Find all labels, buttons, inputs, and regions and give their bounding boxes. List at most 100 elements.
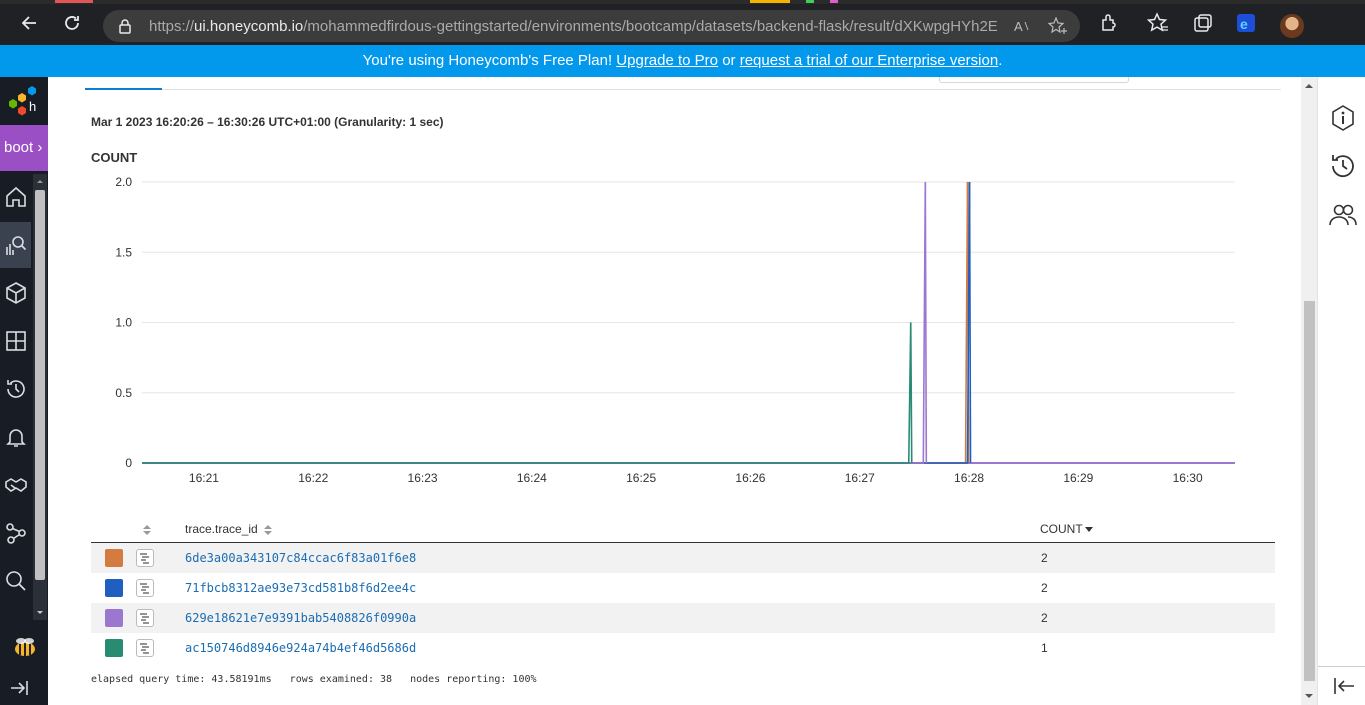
main-scrollbar[interactable]	[1301, 77, 1317, 705]
series-spike	[924, 181, 928, 464]
environment-switcher[interactable]: boot ›	[0, 125, 48, 171]
x-tick-label: 16:25	[626, 471, 656, 485]
y-tick-label: 1.5	[115, 245, 132, 259]
table-row[interactable]: 629e18621e7e9391bab5408826f0990a 2	[91, 603, 1275, 633]
trace-waterfall-icon[interactable]	[136, 549, 154, 567]
table-body: 6de3a00a343107c84ccac6f83a01f6e8 2 71fbcb8…	[91, 543, 1275, 663]
trace-id-link[interactable]: ac150746d8946e924a74b4ef46d5686d	[185, 641, 416, 655]
honeycomb-logo-icon[interactable]: h	[0, 77, 48, 125]
series-color-swatch[interactable]	[105, 549, 123, 567]
scroll-up-icon[interactable]	[1301, 80, 1317, 92]
query-icon[interactable]	[4, 233, 28, 257]
tab-fragment[interactable]	[55, 0, 93, 3]
tab-fragment[interactable]	[806, 0, 814, 3]
filter-input[interactable]	[939, 77, 1129, 83]
x-axis: 16:21 16:22 16:23 16:24 16:25 16:26 16:27 16:28…	[189, 471, 1203, 485]
history-icon[interactable]	[1328, 151, 1358, 181]
trial-link[interactable]: request a trial of our Enterprise versio…	[740, 52, 998, 69]
series-color-swatch[interactable]	[105, 639, 123, 657]
triggers-icon[interactable]	[4, 425, 28, 449]
x-tick-label: 16:28	[954, 471, 984, 485]
x-tick-label: 16:27	[845, 471, 875, 485]
x-tick-label: 16:23	[408, 471, 438, 485]
nav-scroll-thumb[interactable]	[35, 190, 45, 580]
left-nav: h boot ›	[0, 77, 48, 705]
trace-waterfall-icon[interactable]	[136, 609, 154, 627]
table-row[interactable]: 6de3a00a343107c84ccac6f83a01f6e8 2	[91, 543, 1275, 573]
table-row[interactable]: ac150746d8946e924a74b4ef46d5686d 1	[91, 633, 1275, 663]
count-value: 2	[1041, 611, 1048, 625]
lock-icon[interactable]	[118, 18, 132, 34]
y-tick-label: 0	[125, 456, 132, 470]
svg-text:A: A	[1014, 19, 1023, 34]
scroll-down-icon[interactable]	[33, 608, 47, 618]
reload-icon[interactable]	[61, 12, 83, 34]
info-icon[interactable]	[1328, 103, 1358, 133]
back-icon[interactable]	[18, 12, 40, 34]
banner-text-middle: or	[718, 52, 740, 69]
history-icon[interactable]	[4, 377, 28, 401]
x-tick-label: 16:21	[189, 471, 219, 485]
bee-icon[interactable]	[12, 635, 38, 661]
count-column-header[interactable]: COUNT	[1040, 522, 1083, 536]
x-tick-label: 16:29	[1063, 471, 1093, 485]
time-range-label: Mar 1 2023 16:20:26 – 16:30:26 UTC+01:00…	[91, 115, 444, 129]
svg-text:h: h	[29, 99, 36, 114]
profile-avatar[interactable]	[1280, 14, 1304, 38]
count-value: 2	[1041, 581, 1048, 595]
active-tab-underline[interactable]	[85, 88, 162, 90]
y-tick-label: 1.0	[115, 316, 132, 330]
collapse-icon[interactable]	[1328, 671, 1358, 701]
count-chart[interactable]: 2.01.51.00.50 16:21 16:22 16:23 16:24 16:25 1…	[48, 162, 1301, 492]
trace-id-column-header[interactable]: trace.trace_id	[185, 522, 258, 536]
banner-text-end: .	[998, 52, 1003, 69]
query-stats: elapsed query time: 43.58191ms rows exam…	[91, 674, 537, 685]
read-aloud-icon[interactable]: A	[1013, 17, 1031, 35]
extensions-icon[interactable]	[1098, 12, 1120, 34]
series-spike	[909, 322, 913, 464]
banner-text: You're using Honeycomb's Free Plan!	[362, 52, 617, 69]
trace-waterfall-icon[interactable]	[136, 579, 154, 597]
expand-nav-icon[interactable]	[8, 677, 30, 699]
favorite-add-icon[interactable]	[1048, 17, 1068, 35]
home-icon[interactable]	[4, 185, 28, 209]
browser-toolbar: https://ui.honeycomb.io/mohammedfirdous-…	[0, 0, 1365, 45]
handshake-icon[interactable]	[4, 473, 28, 497]
favorites-icon[interactable]	[1147, 12, 1169, 34]
trace-waterfall-icon[interactable]	[136, 639, 154, 657]
search-icon[interactable]	[4, 569, 28, 593]
scroll-down-icon[interactable]	[1301, 690, 1317, 702]
y-axis: 2.0 1.5 1.0 0.5 0	[115, 175, 132, 470]
y-tick-label: 2.0	[115, 175, 132, 189]
sort-icon[interactable]	[262, 523, 274, 537]
trace-id-link[interactable]: 71fbcb8312ae93e73cd581b8f6d2ee4c	[185, 581, 416, 595]
results-table: trace.trace_id COUNT 6de3a00a343107c84cc…	[91, 517, 1275, 663]
series-spike	[968, 181, 972, 464]
boards-icon[interactable]	[4, 329, 28, 353]
trace-id-link[interactable]: 6de3a00a343107c84ccac6f83a01f6e8	[185, 551, 416, 565]
chevron-right-icon: ›	[37, 139, 43, 156]
sort-icon[interactable]	[141, 523, 153, 537]
table-row[interactable]: 71fbcb8312ae93e73cd581b8f6d2ee4c 2	[91, 573, 1275, 603]
collections-icon[interactable]	[1192, 12, 1214, 34]
address-bar[interactable]: https://ui.honeycomb.io/mohammedfirdous-…	[103, 10, 1080, 42]
tab-fragment[interactable]	[750, 0, 790, 3]
edge-icon[interactable]: e	[1235, 12, 1257, 34]
main-scroll-thumb[interactable]	[1304, 301, 1315, 681]
nav-scrollbar[interactable]	[33, 174, 47, 620]
tab-fragment[interactable]	[830, 0, 838, 3]
upgrade-link[interactable]: Upgrade to Pro	[616, 52, 718, 69]
tab-strip	[0, 0, 1365, 4]
sort-desc-icon[interactable]	[1084, 526, 1094, 534]
x-tick-label: 16:22	[298, 471, 328, 485]
svg-text:e: e	[1240, 16, 1248, 32]
chart-grid	[142, 181, 1235, 464]
series-color-swatch[interactable]	[105, 609, 123, 627]
datasets-icon[interactable]	[4, 281, 28, 305]
trace-id-link[interactable]: 629e18621e7e9391bab5408826f0990a	[185, 611, 416, 625]
series-color-swatch[interactable]	[105, 579, 123, 597]
service-map-icon[interactable]	[4, 521, 28, 545]
users-icon[interactable]	[1328, 199, 1358, 229]
scroll-up-icon[interactable]	[33, 176, 47, 186]
tabs-divider	[85, 89, 1281, 90]
